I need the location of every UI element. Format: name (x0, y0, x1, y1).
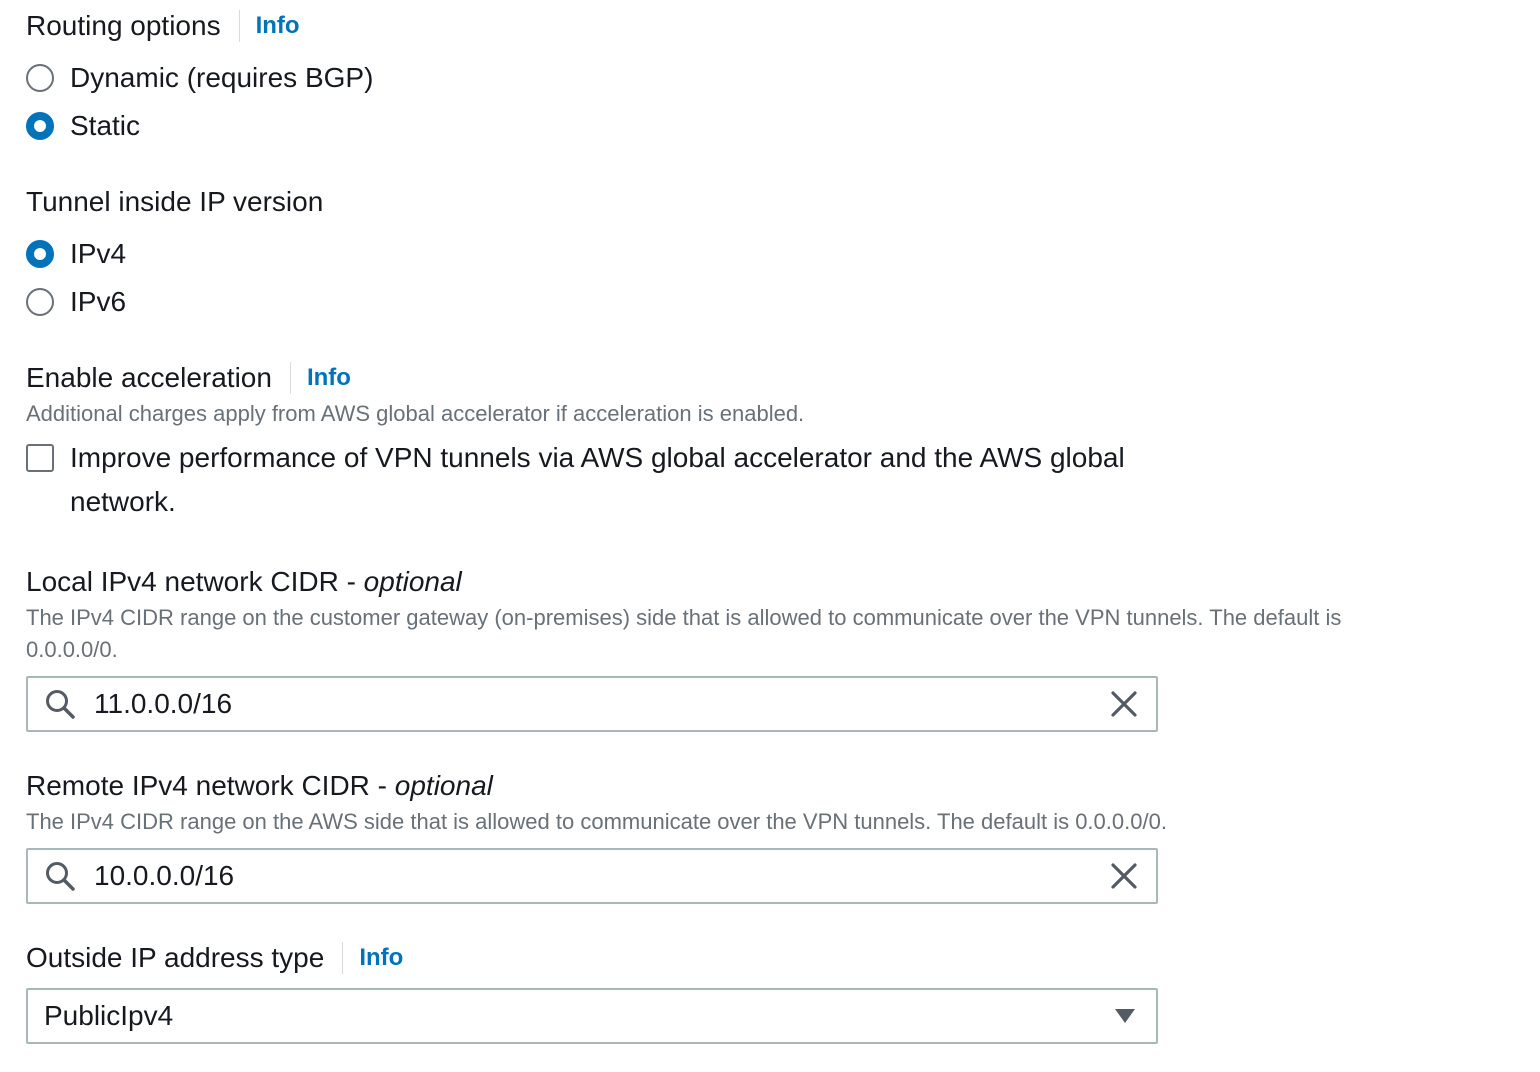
local-cidr-input[interactable] (94, 688, 1110, 720)
optional-marker: optional (363, 566, 462, 597)
outside-ip-selected-value: PublicIpv4 (44, 1000, 174, 1031)
remote-cidr-header: Remote IPv4 network CIDR - optional (26, 768, 1167, 804)
radio-button[interactable] (26, 64, 54, 92)
outside-ip-label: Outside IP address type (26, 942, 325, 973)
routing-options-header: Routing options Info (26, 8, 373, 44)
remote-cidr-input-box[interactable] (26, 848, 1158, 904)
acceleration-header: Enable acceleration Info (26, 360, 1125, 396)
radio-button[interactable] (26, 288, 54, 316)
local-cidr-label: Local IPv4 network CIDR - optional (26, 564, 462, 600)
routing-options-label: Routing options (26, 10, 221, 41)
tunnel-ip-version-label: Tunnel inside IP version (26, 186, 324, 217)
tunnel-ip-version-section: Tunnel inside IP version IPv4 IPv6 (26, 184, 323, 326)
remote-cidr-section: Remote IPv4 network CIDR - optional The … (26, 768, 1167, 838)
acceleration-checkbox[interactable] (26, 444, 54, 472)
radio-label: IPv6 (70, 286, 127, 317)
remote-cidr-label: Remote IPv4 network CIDR - optional (26, 768, 493, 804)
checkbox-label-line2: network. (70, 486, 176, 517)
acceleration-label: Enable acceleration (26, 362, 272, 393)
caret-down-icon (1115, 1009, 1135, 1023)
remote-cidr-description: The IPv4 CIDR range on the AWS side that… (26, 809, 1167, 834)
radio-button-selected[interactable] (26, 112, 54, 140)
outside-ip-select[interactable]: PublicIpv4 (26, 988, 1158, 1044)
radio-static[interactable]: Static (26, 102, 373, 150)
radio-button-selected[interactable] (26, 240, 54, 268)
search-icon (46, 862, 75, 891)
routing-options-section: Routing options Info Dynamic (requires B… (26, 8, 373, 150)
local-cidr-section: Local IPv4 network CIDR - optional The I… (26, 564, 1341, 666)
local-cidr-description: The IPv4 CIDR range on the customer gate… (26, 602, 1341, 666)
info-divider (289, 362, 291, 394)
close-icon[interactable] (1110, 862, 1138, 890)
search-icon (46, 690, 75, 719)
checkbox-label-line1: Improve performance of VPN tunnels via A… (70, 442, 1125, 473)
tunnel-ip-version-header: Tunnel inside IP version (26, 184, 323, 220)
info-divider (238, 10, 240, 42)
radio-label: IPv4 (70, 238, 127, 269)
outside-ip-section: Outside IP address type Info (26, 940, 403, 976)
acceleration-checkbox-row[interactable]: Improve performance of VPN tunnels via A… (26, 436, 1125, 524)
local-cidr-input-box[interactable] (26, 676, 1158, 732)
outside-ip-info-link[interactable]: Info (359, 940, 403, 976)
acceleration-section: Enable acceleration Info Additional char… (26, 360, 1125, 524)
acceleration-description: Additional charges apply from AWS global… (26, 401, 805, 426)
local-cidr-description-line1: The IPv4 CIDR range on the customer gate… (26, 605, 1342, 630)
optional-marker: optional (394, 770, 493, 801)
close-icon[interactable] (1110, 690, 1138, 718)
remote-cidr-input[interactable] (94, 860, 1110, 892)
remote-cidr-label-text: Remote IPv4 network CIDR - (26, 770, 395, 801)
radio-dynamic-bgp[interactable]: Dynamic (requires BGP) (26, 54, 373, 102)
outside-ip-header: Outside IP address type Info (26, 940, 403, 976)
local-cidr-header: Local IPv4 network CIDR - optional (26, 564, 1341, 600)
routing-options-info-link[interactable]: Info (256, 8, 300, 44)
local-cidr-label-text: Local IPv4 network CIDR - (26, 566, 364, 597)
radio-ipv4[interactable]: IPv4 (26, 230, 323, 278)
radio-label: Static (70, 110, 141, 141)
acceleration-checkbox-label: Improve performance of VPN tunnels via A… (70, 436, 1125, 524)
radio-label: Dynamic (requires BGP) (70, 62, 374, 93)
info-divider (342, 942, 344, 974)
local-cidr-description-line2: 0.0.0.0/0. (26, 637, 118, 662)
radio-ipv6[interactable]: IPv6 (26, 278, 323, 326)
acceleration-info-link[interactable]: Info (307, 360, 351, 396)
